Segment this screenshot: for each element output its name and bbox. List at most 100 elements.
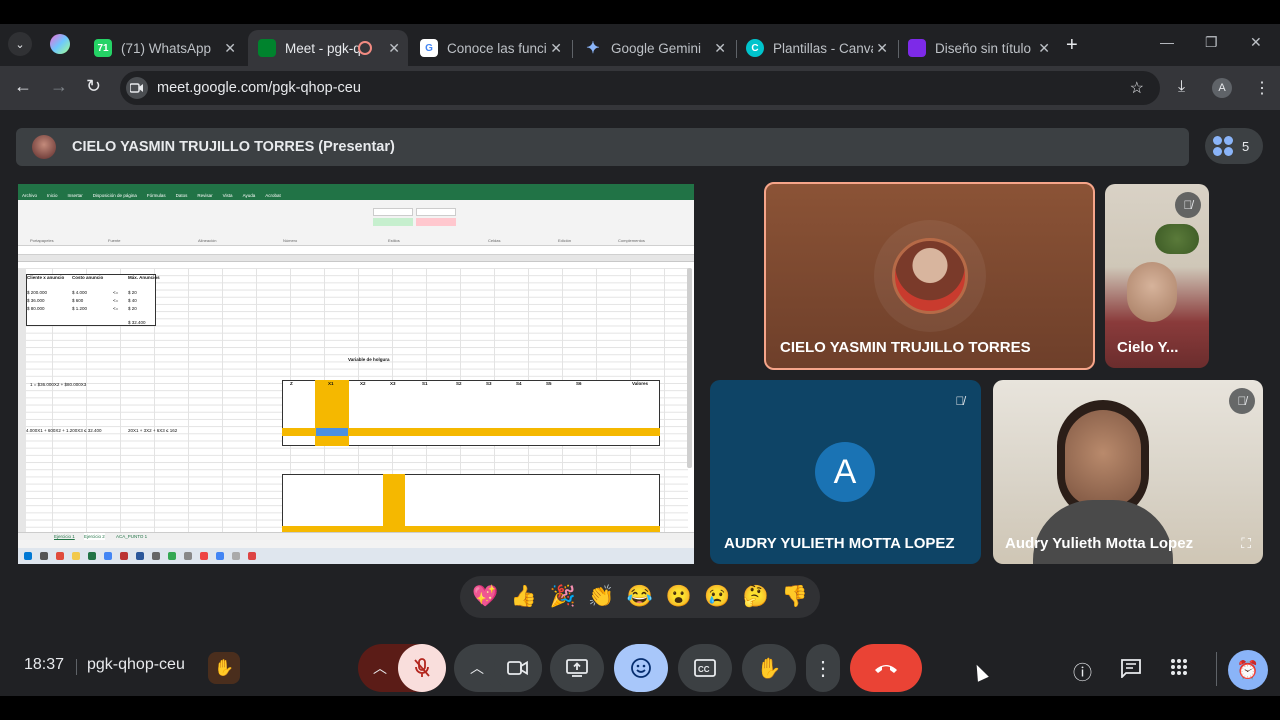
style-bueno <box>373 218 413 226</box>
kebab-menu-icon[interactable]: ⋮ <box>1254 78 1270 98</box>
table-cell: $ 80.000 <box>27 306 45 311</box>
tab-conoce[interactable]: G Conoce las funcio ✕ <box>410 30 570 66</box>
reaction-thumbs-down[interactable]: 👎 <box>777 585 813 609</box>
ribbon-tab: Disposición de página <box>92 193 137 198</box>
style-normal <box>373 208 413 216</box>
pinned-tab-icon[interactable] <box>50 34 70 54</box>
tab-canva[interactable]: C Plantillas - Canva ✕ <box>736 30 896 66</box>
participants-button[interactable]: 5 <box>1205 128 1263 164</box>
tab-title: Meet - pgk-q <box>285 40 361 56</box>
video-options-chevron-icon[interactable]: ︿ <box>458 644 496 692</box>
taskbar-app-icon <box>168 552 176 560</box>
participant-tile-cielo-camera[interactable]: 🎙̸ Cielo Y... <box>1105 184 1209 368</box>
microphone-control: ︿ <box>358 644 446 692</box>
activities-grid-icon[interactable] <box>1170 658 1188 682</box>
tab-whatsapp[interactable]: 71 (71) WhatsApp ✕ <box>84 30 244 66</box>
window-close-icon[interactable]: ✕ <box>1250 34 1262 51</box>
shared-screen: Archivo Inicio Insertar Disposición de p… <box>18 184 694 564</box>
tab-diseno[interactable]: Diseño sin título ✕ <box>898 30 1058 66</box>
alarm-timer-icon[interactable]: ⏰ <box>1228 650 1268 690</box>
more-options-button[interactable]: ⋮ <box>806 644 840 692</box>
emoji-icon <box>631 658 651 678</box>
taskbar-app-icon <box>248 552 256 560</box>
tab-title: Google Gemini <box>611 40 702 56</box>
tableau-col: S2 <box>456 381 462 386</box>
meet-icon <box>258 39 276 57</box>
site-info-icon[interactable] <box>126 77 148 99</box>
raise-hand-button[interactable]: ✋ <box>742 644 796 692</box>
reaction-sad[interactable]: 😢 <box>699 585 735 609</box>
bookmark-star-icon[interactable]: ☆ <box>1130 78 1144 98</box>
tab-gemini[interactable]: ✦ Google Gemini ✕ <box>574 30 734 66</box>
present-screen-icon <box>566 659 588 677</box>
taskbar-app-icon <box>56 552 64 560</box>
muted-mic-icon: 🎙̸ <box>1175 192 1201 218</box>
participant-tile-audry[interactable]: 🎙̸ A AUDRY YULIETH MOTTA LOPEZ <box>710 380 981 564</box>
minimize-icon[interactable]: — <box>1160 34 1174 50</box>
chat-icon[interactable] <box>1120 658 1142 684</box>
profile-avatar[interactable]: A <box>1212 78 1232 98</box>
tab-search-chevron-icon[interactable]: ⌄ <box>8 32 32 56</box>
presenter-avatar <box>32 135 56 159</box>
mic-off-icon[interactable] <box>398 644 446 692</box>
back-icon[interactable]: ← <box>14 76 32 97</box>
meeting-info-icon[interactable]: ⓘ <box>1073 658 1092 685</box>
url-text: meet.google.com/pgk-qhop-ceu <box>157 80 361 96</box>
ribbon-tab: Revisar <box>197 193 213 198</box>
reaction-sparkling-heart[interactable]: 💖 <box>467 585 503 609</box>
tab-meet[interactable]: Meet - pgk-q ✕ <box>248 30 408 66</box>
forward-icon[interactable]: → <box>50 76 68 97</box>
address-bar[interactable]: meet.google.com/pgk-qhop-ceu ☆ <box>120 71 1160 105</box>
download-icon[interactable]: ⤓ <box>1178 78 1185 96</box>
excel-status-bar <box>18 540 694 548</box>
tab-separator <box>572 40 573 58</box>
tableau-col: S6 <box>576 381 582 386</box>
close-icon[interactable]: ✕ <box>550 40 562 57</box>
leave-call-button[interactable] <box>850 644 922 692</box>
reactions-button[interactable] <box>614 644 668 692</box>
close-icon[interactable]: ✕ <box>388 40 400 57</box>
table-header: Máx. Anuncios <box>128 275 160 280</box>
expand-icon[interactable]: ⛶ <box>1241 535 1251 552</box>
participant-name: AUDRY YULIETH MOTTA LOPEZ <box>724 535 955 552</box>
participant-count: 5 <box>1242 138 1250 154</box>
close-icon[interactable]: ✕ <box>714 40 726 57</box>
participant-name: CIELO YASMIN TRUJILLO TORRES <box>780 339 1031 356</box>
top-letterbox <box>0 0 1280 24</box>
presenter-bar: CIELO YASMIN TRUJILLO TORRES (Presentar) <box>16 128 1189 166</box>
ribbon-group-label: Portapapeles <box>30 238 54 243</box>
present-screen-button[interactable] <box>550 644 604 692</box>
ribbon-group-label: Complementos <box>618 238 645 243</box>
reaction-joy[interactable]: 😂 <box>622 585 658 609</box>
reaction-clap[interactable]: 👏 <box>583 585 619 609</box>
camera-icon[interactable] <box>494 644 542 692</box>
ribbon-group-label: Estilos <box>388 238 400 243</box>
audio-options-chevron-icon[interactable]: ︿ <box>358 644 402 692</box>
captions-button[interactable]: CC <box>678 644 732 692</box>
reaction-surprised[interactable]: 😮 <box>661 585 697 609</box>
close-icon[interactable]: ✕ <box>1038 40 1050 57</box>
raised-hand-indicator-icon[interactable]: ✋ <box>208 652 240 684</box>
taskbar-word-icon <box>136 552 144 560</box>
tableau-col: Valores <box>632 381 649 386</box>
tab-title: Conoce las funcio <box>447 40 547 56</box>
constraint-alt: 20X1 + 3X2 + 6X3 ≤ 162 <box>128 428 178 433</box>
tableau-col: X1 <box>328 381 334 386</box>
restore-icon[interactable]: ❐ <box>1205 34 1218 51</box>
participant-tile-audry-camera[interactable]: 🎙̸ Audry Yulieth Motta Lopez ⛶ <box>993 380 1263 564</box>
reaction-thinking[interactable]: 🤔 <box>738 585 774 609</box>
taskbar-app-icon <box>152 552 160 560</box>
reaction-party[interactable]: 🎉 <box>545 585 581 609</box>
close-icon[interactable]: ✕ <box>876 40 888 57</box>
participant-tile-cielo[interactable]: CIELO YASMIN TRUJILLO TORRES <box>764 182 1095 370</box>
new-tab-icon[interactable]: + <box>1066 34 1078 57</box>
canva-icon: C <box>746 39 764 57</box>
reload-icon[interactable]: ↻ <box>86 76 101 97</box>
muted-mic-icon: 🎙̸ <box>955 394 965 408</box>
taskbar-app-icon <box>184 552 192 560</box>
close-icon[interactable]: ✕ <box>224 40 236 57</box>
participant-face <box>1065 410 1141 506</box>
ribbon-tab: Acrobat <box>265 193 281 198</box>
reaction-thumbs-up[interactable]: 👍 <box>506 585 542 609</box>
presenter-name: CIELO YASMIN TRUJILLO TORRES (Presentar) <box>72 139 395 155</box>
